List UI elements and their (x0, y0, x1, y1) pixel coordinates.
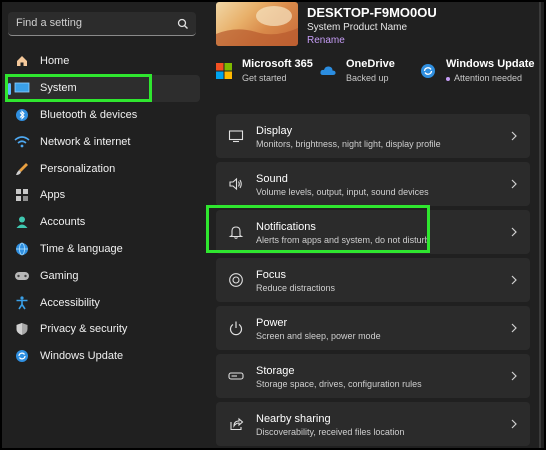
sidebar-item-home[interactable]: Home (6, 48, 200, 75)
settings-cards: Display Monitors, brightness, night ligh… (216, 114, 530, 448)
focus-icon (229, 273, 243, 287)
sidebar-item-windows-update[interactable]: Windows Update (6, 343, 200, 370)
sidebar-item-label: Windows Update (40, 350, 124, 363)
sidebar-item-label: Network & internet (40, 135, 131, 148)
sidebar-item-network[interactable]: Network & internet (6, 128, 200, 155)
tile-subtitle: Attention needed (446, 73, 522, 83)
tile-title: Microsoft 365 (242, 58, 313, 70)
sidebar-item-label: Bluetooth & devices (40, 108, 138, 121)
attention-dot (446, 76, 450, 81)
brush-icon (14, 161, 30, 177)
onedrive-cloud-icon (320, 66, 336, 75)
storage-icon (228, 372, 244, 380)
device-model: System Product Name (307, 22, 408, 33)
chevron-right-icon (511, 419, 517, 429)
chevron-right-icon (511, 323, 517, 333)
update-icon (421, 64, 435, 78)
chevron-right-icon (511, 131, 517, 141)
chevron-right-icon (511, 275, 517, 285)
gamepad-icon (14, 268, 30, 284)
sidebar-item-label: Accessibility (40, 296, 100, 309)
card-title: Focus (256, 269, 286, 281)
bluetooth-icon (14, 107, 30, 123)
sidebar-item-label: Apps (40, 189, 66, 202)
power-icon (229, 321, 243, 336)
card-title: Nearby sharing (256, 413, 331, 425)
microsoft-logo-icon (216, 63, 232, 79)
update-icon (14, 348, 30, 364)
card-subtitle: Discoverability, received files location (256, 427, 405, 437)
tile-subtitle: Get started (242, 73, 287, 83)
card-subtitle: Screen and sleep, power mode (256, 331, 381, 341)
settings-window: Find a setting Home System Bluetooth & d… (2, 2, 544, 448)
sidebar-item-label: Personalization (40, 162, 116, 175)
rename-link[interactable]: Rename (307, 35, 345, 46)
apps-icon (14, 187, 30, 203)
sidebar-item-label: Time & language (40, 242, 123, 255)
card-display[interactable]: Display Monitors, brightness, night ligh… (216, 114, 530, 158)
wifi-icon (14, 134, 30, 150)
accounts-icon (14, 214, 30, 230)
sidebar-item-label: Accounts (40, 216, 86, 229)
desktop-wallpaper-thumbnail (216, 2, 298, 46)
sidebar: Find a setting Home System Bluetooth & d… (2, 2, 208, 448)
card-subtitle: Storage space, drives, configuration rul… (256, 379, 422, 389)
card-storage[interactable]: Storage Storage space, drives, configura… (216, 354, 530, 398)
chevron-right-icon (511, 179, 517, 189)
tile-title: OneDrive (346, 58, 395, 70)
display-icon (228, 130, 244, 143)
sidebar-item-gaming[interactable]: Gaming (6, 262, 200, 289)
card-subtitle: Monitors, brightness, night light, displ… (256, 139, 441, 149)
search-input[interactable]: Find a setting (16, 17, 82, 29)
tile-subtitle-text: Attention needed (454, 73, 523, 83)
sidebar-item-accounts[interactable]: Accounts (6, 209, 200, 236)
sidebar-item-personalization[interactable]: Personalization (6, 155, 200, 182)
scrollbar[interactable] (539, 2, 541, 448)
card-subtitle: Volume levels, output, input, sound devi… (256, 187, 429, 197)
sidebar-item-label: Privacy & security (40, 323, 128, 336)
sidebar-item-label: Gaming (40, 269, 79, 282)
card-nearby-sharing[interactable]: Nearby sharing Discoverability, received… (216, 402, 530, 446)
accessibility-icon (14, 295, 30, 311)
home-icon (14, 53, 30, 69)
chevron-right-icon (511, 371, 517, 381)
card-sound[interactable]: Sound Volume levels, output, input, soun… (216, 162, 530, 206)
card-title: Storage (256, 365, 295, 377)
speaker-icon (229, 177, 242, 191)
sidebar-item-accessibility[interactable]: Accessibility (6, 289, 200, 316)
card-title: Display (256, 125, 293, 137)
card-focus[interactable]: Focus Reduce distractions (216, 258, 530, 302)
sidebar-item-privacy[interactable]: Privacy & security (6, 316, 200, 343)
tile-title: Windows Update (446, 58, 535, 70)
sidebar-item-apps[interactable]: Apps (6, 182, 200, 209)
device-name: DESKTOP-F9MO0OU (307, 5, 437, 20)
sidebar-item-time-language[interactable]: Time & language (6, 236, 200, 263)
card-power[interactable]: Power Screen and sleep, power mode (216, 306, 530, 350)
card-subtitle: Reduce distractions (256, 283, 336, 293)
search-icon[interactable] (176, 17, 190, 31)
card-title: Power (256, 317, 288, 329)
highlight-box-system (5, 74, 152, 102)
shield-icon (14, 321, 30, 337)
chevron-right-icon (511, 227, 517, 237)
tile-subtitle: Backed up (346, 73, 389, 83)
search-box[interactable]: Find a setting (8, 12, 196, 36)
sidebar-item-label: Home (40, 55, 70, 68)
sidebar-item-bluetooth[interactable]: Bluetooth & devices (6, 102, 200, 129)
status-tiles: Microsoft 365 Get started OneDrive Backe… (216, 58, 544, 86)
globe-clock-icon (14, 241, 30, 257)
card-title: Sound (256, 173, 288, 185)
share-icon (230, 417, 244, 431)
highlight-box-notifications (206, 205, 430, 253)
